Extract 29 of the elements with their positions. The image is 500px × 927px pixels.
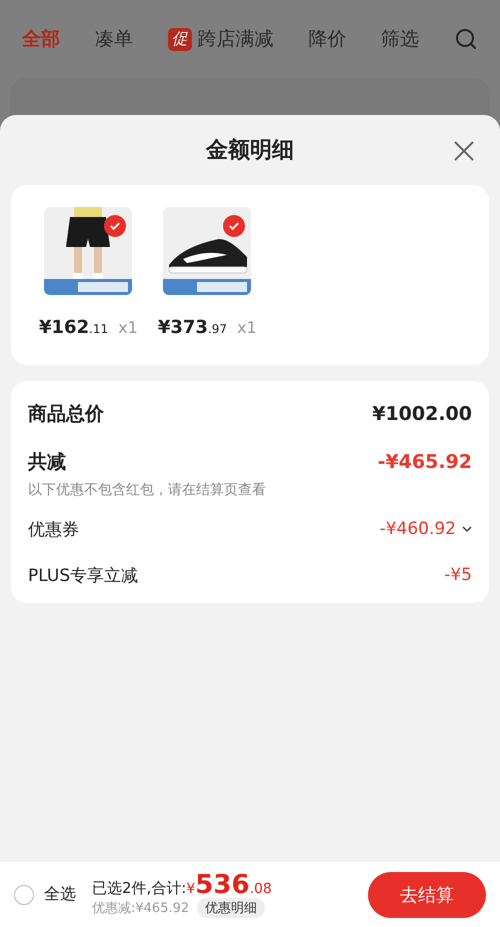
saved-amount: 优惠减:¥465.92: [92, 900, 190, 916]
filter-tab[interactable]: 凑单: [94, 26, 133, 52]
promo-badge: 促: [168, 28, 192, 50]
discount-label: 共减: [28, 450, 66, 475]
sheet-title: 金额明细: [206, 137, 294, 165]
quantity: x1: [237, 318, 257, 337]
select-all-label[interactable]: 全选: [44, 884, 76, 905]
search-icon[interactable]: [454, 27, 478, 51]
selected-summary: 已选2件,合计:: [92, 878, 186, 898]
total-label: 商品总价: [28, 402, 104, 427]
filter-tab[interactable]: 促 跨店满减: [168, 26, 274, 52]
discount-value: -¥465.92: [378, 451, 472, 473]
discount-item-value: -¥5: [444, 565, 472, 585]
close-icon[interactable]: [452, 139, 476, 163]
discount-item-value: -¥460.92: [380, 519, 456, 539]
select-all-checkbox[interactable]: [14, 884, 34, 904]
discount-item-label: 优惠券: [28, 518, 79, 540]
total-amount: ¥536.08: [186, 872, 272, 898]
discount-item-label: PLUS专享立减: [28, 564, 138, 586]
product-price: ¥373.97: [158, 317, 228, 338]
chevron-down-icon[interactable]: [462, 526, 472, 532]
discount-detail-button[interactable]: 优惠明细: [197, 898, 266, 918]
discount-note: 以下优惠不包含红包，请在结算页查看: [28, 481, 267, 499]
total-value: ¥1002.00: [372, 403, 472, 425]
filter-tab[interactable]: 筛选: [381, 26, 420, 52]
checkout-button[interactable]: 去结算: [368, 872, 486, 918]
filter-tab[interactable]: 降价: [308, 26, 346, 52]
product-price: ¥162.11: [39, 317, 108, 338]
quantity: x1: [118, 318, 138, 337]
